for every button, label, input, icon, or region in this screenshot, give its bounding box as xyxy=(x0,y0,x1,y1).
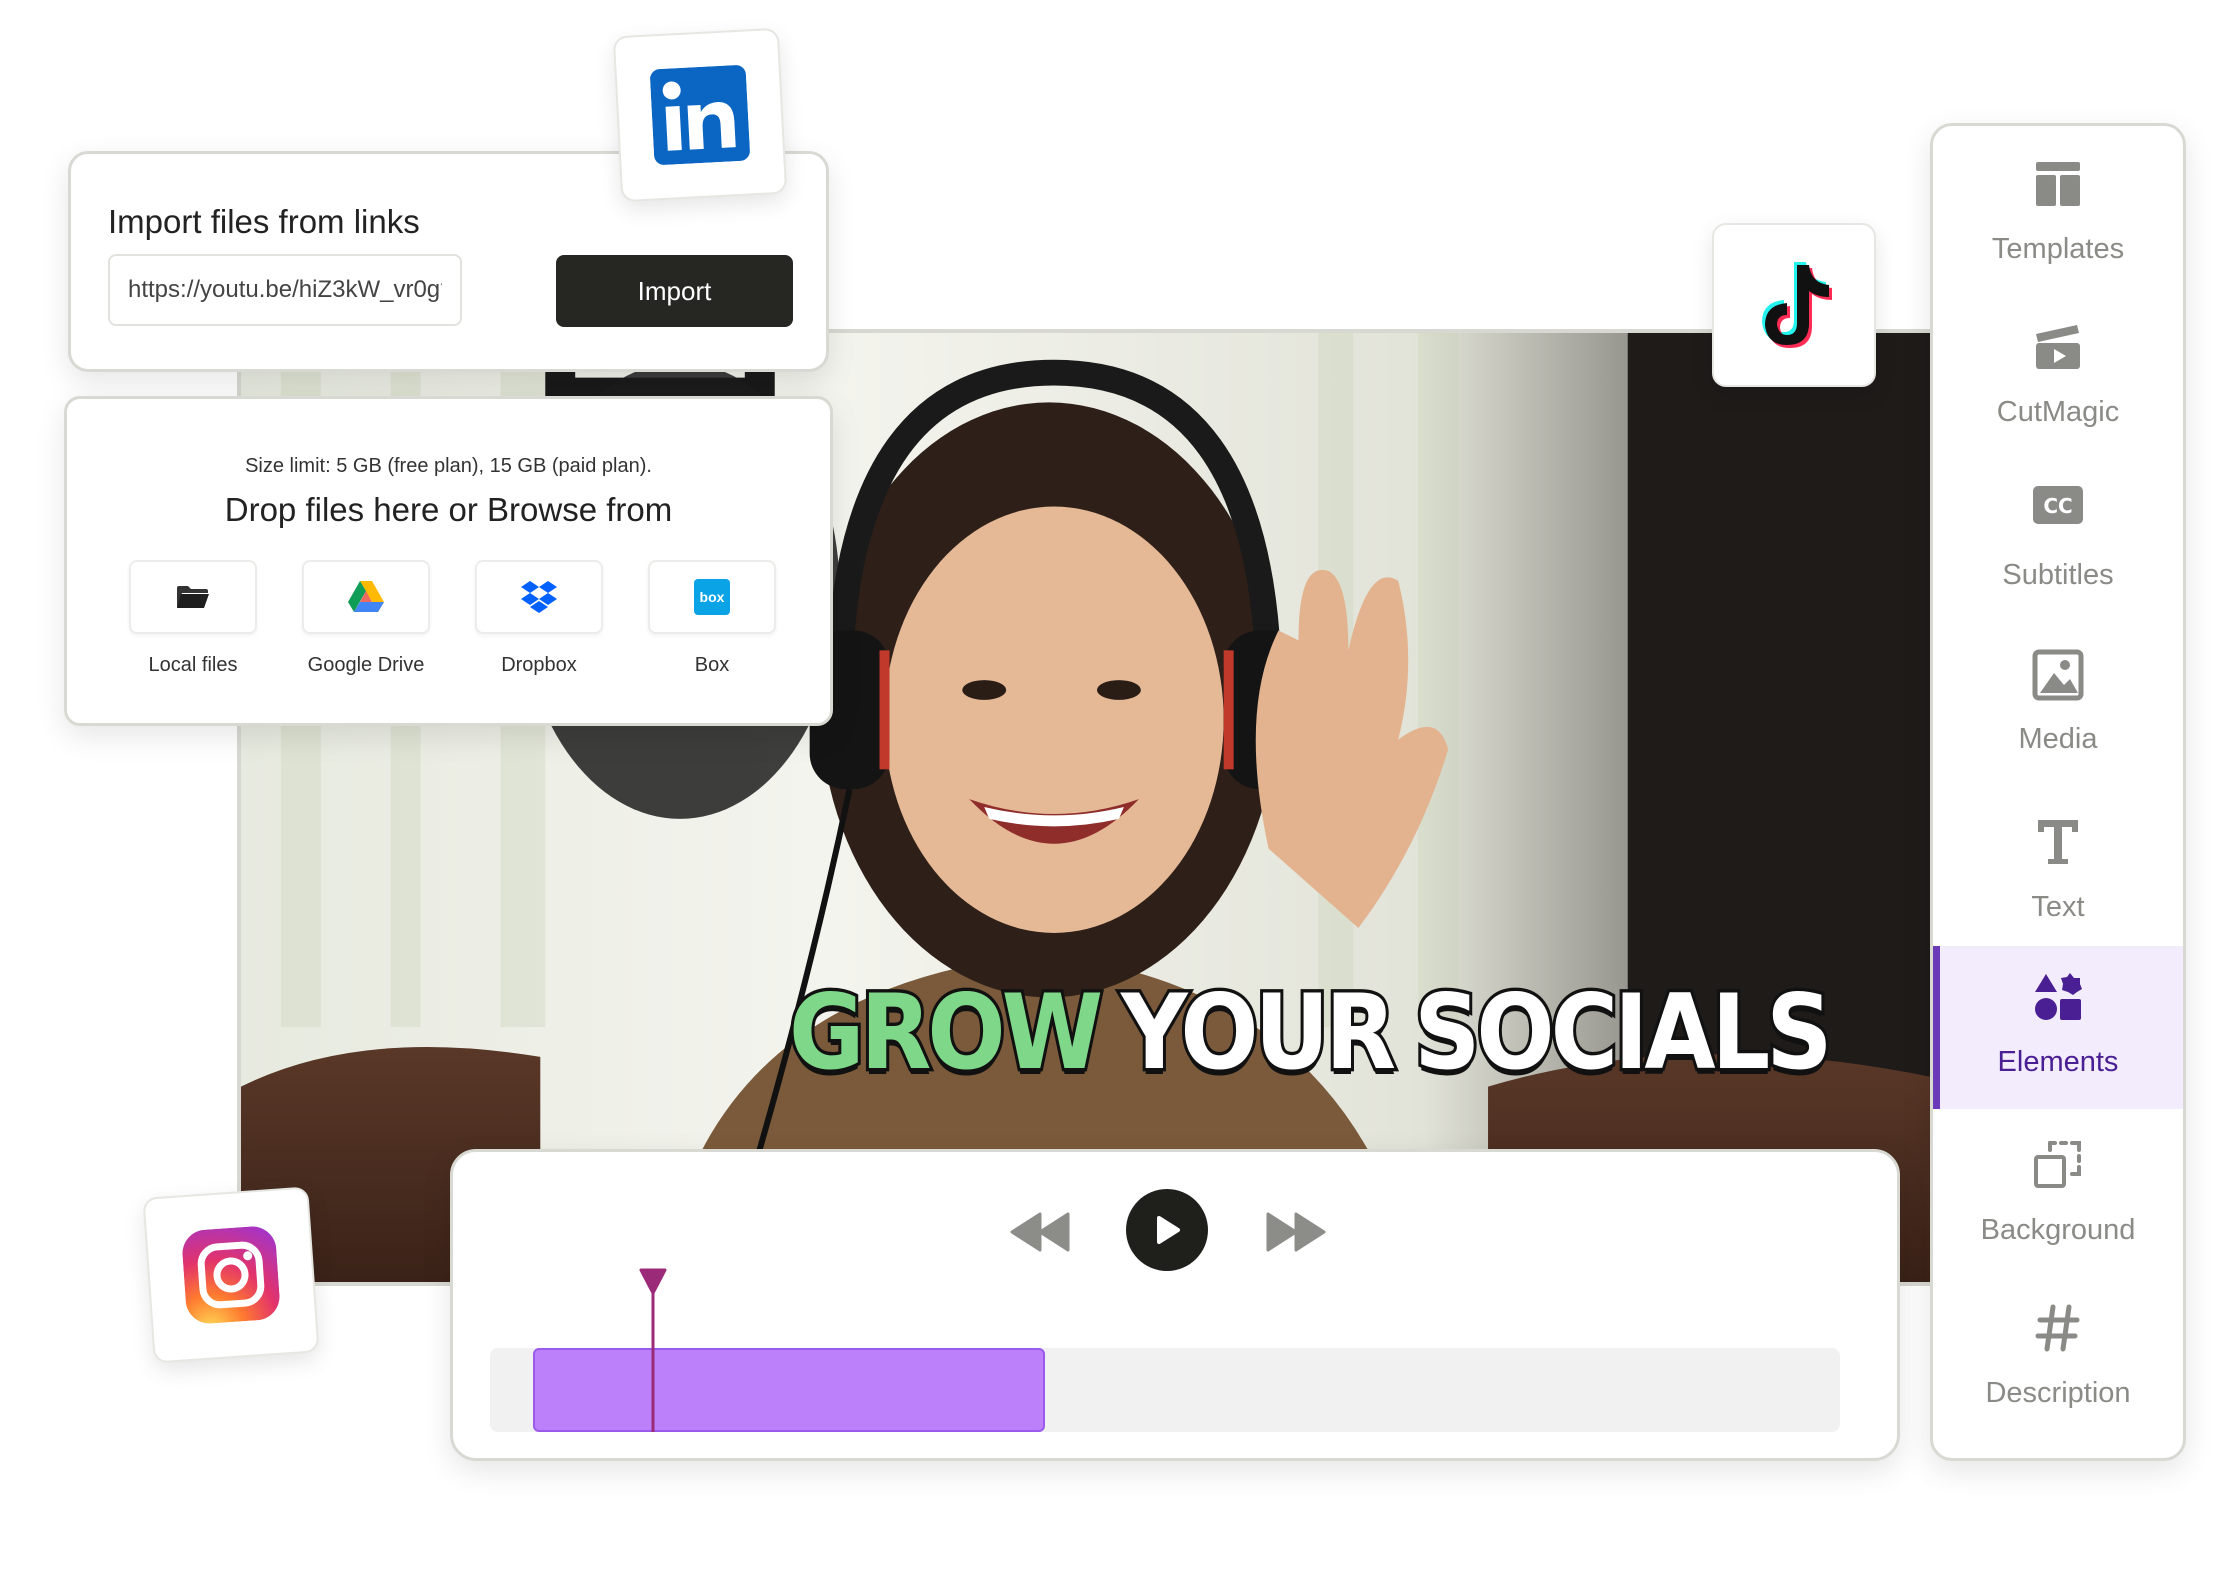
player-panel xyxy=(450,1149,1900,1461)
cc-icon: CC xyxy=(1933,485,2183,543)
folder-icon xyxy=(129,560,257,634)
sidebar-item-background[interactable]: Background xyxy=(1933,1114,2183,1276)
sidebar-item-description[interactable]: Description xyxy=(1933,1277,2183,1439)
caption-word-socials: SOCIALS xyxy=(1411,970,1835,1097)
sidebar-item-templates[interactable]: Templates xyxy=(1933,133,2183,295)
caption-word-your: YOUR xyxy=(1118,970,1399,1097)
source-label: Local files xyxy=(148,654,238,676)
sidebar-label: Description xyxy=(1985,1377,2131,1409)
sidebar-label: Elements xyxy=(1997,1046,2119,1078)
google-drive-icon xyxy=(302,560,430,634)
playhead-marker-icon xyxy=(639,1268,667,1432)
editor-sidebar: Templates CutMagic CC Subtitles Media Te… xyxy=(1930,123,2186,1461)
fast-forward-button[interactable] xyxy=(1266,1212,1326,1257)
svg-text:CC: CC xyxy=(2043,494,2072,518)
sidebar-label: Background xyxy=(1980,1214,2136,1246)
templates-icon xyxy=(1933,159,2183,217)
size-limit-text: Size limit: 5 GB (free plan), 15 GB (pai… xyxy=(245,455,652,477)
source-google-drive[interactable]: Google Drive xyxy=(281,560,451,677)
sidebar-label: Templates xyxy=(1991,233,2125,265)
timeline-clip[interactable] xyxy=(533,1348,1045,1432)
shapes-icon xyxy=(1933,972,2183,1030)
rewind-button[interactable] xyxy=(1010,1212,1070,1257)
url-input[interactable] xyxy=(108,254,462,326)
sidebar-label: Subtitles xyxy=(2002,559,2114,591)
sidebar-label: Media xyxy=(2018,723,2098,755)
source-label: Dropbox xyxy=(501,654,577,676)
upload-dropzone[interactable]: Size limit: 5 GB (free plan), 15 GB (pai… xyxy=(64,396,833,726)
source-box[interactable]: box Box xyxy=(627,560,797,677)
sidebar-item-media[interactable]: Media xyxy=(1933,623,2183,785)
image-icon xyxy=(1933,649,2183,707)
background-icon xyxy=(1933,1140,2183,1198)
playhead-handle[interactable] xyxy=(638,1267,668,1432)
dropbox-icon xyxy=(475,560,603,634)
sidebar-item-text[interactable]: Text xyxy=(1933,791,2183,953)
instagram-icon xyxy=(142,1186,320,1364)
linkedin-icon xyxy=(612,27,788,203)
box-icon: box xyxy=(648,560,776,634)
source-label: Google Drive xyxy=(307,654,425,676)
import-links-title: Import files from links xyxy=(108,203,420,240)
source-label: Box xyxy=(694,654,730,676)
dropzone-title: Drop files here or Browse from xyxy=(224,491,673,528)
sidebar-label: CutMagic xyxy=(1996,396,2120,428)
video-caption: GROW YOUR SOCIALS xyxy=(786,970,1835,1097)
timeline-track[interactable] xyxy=(490,1348,1840,1432)
source-local-files[interactable]: Local files xyxy=(108,560,278,677)
sidebar-item-cutmagic[interactable]: CutMagic xyxy=(1933,296,2183,458)
sidebar-item-subtitles[interactable]: CC Subtitles xyxy=(1933,459,2183,621)
import-button[interactable]: Import xyxy=(556,255,793,327)
sidebar-item-elements[interactable]: Elements xyxy=(1933,946,2183,1109)
caption-word-grow: GROW xyxy=(786,970,1106,1097)
play-icon xyxy=(1157,1216,1180,1244)
tiktok-icon xyxy=(1712,223,1876,387)
svg-text:box: box xyxy=(700,589,725,605)
play-button[interactable] xyxy=(1126,1189,1208,1271)
rewind-icon xyxy=(1010,1212,1070,1252)
sidebar-label: Text xyxy=(2031,891,2085,923)
source-dropbox[interactable]: Dropbox xyxy=(454,560,624,677)
fast-forward-icon xyxy=(1266,1212,1326,1252)
clapperboard-icon xyxy=(1933,322,2183,380)
text-icon xyxy=(1933,817,2183,875)
hash-icon xyxy=(1933,1303,2183,1361)
